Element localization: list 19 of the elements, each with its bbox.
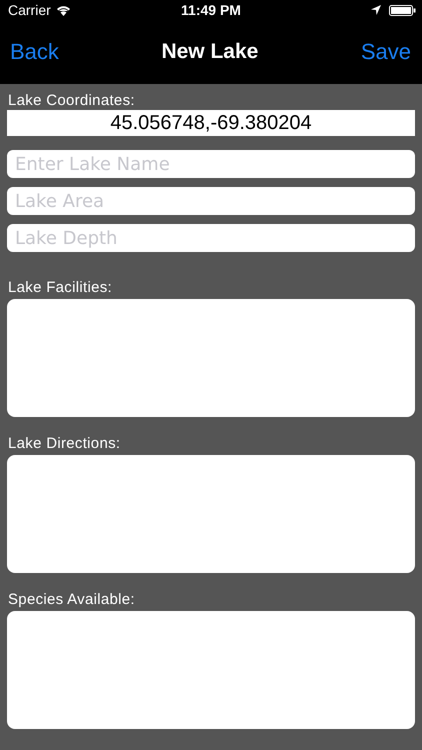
clock-time: 11:49 PM xyxy=(181,2,241,18)
battery-icon xyxy=(389,4,416,16)
text-area[interactable] xyxy=(7,611,415,729)
field-label: Lake Facilities: xyxy=(8,279,114,297)
text-field[interactable]: Enter Lake Name xyxy=(7,150,415,178)
text-area[interactable] xyxy=(7,455,415,573)
back-button[interactable]: Back xyxy=(10,39,59,65)
screen-title: New Lake xyxy=(161,40,258,64)
carrier-name: Carrier xyxy=(8,2,51,18)
text-area[interactable] xyxy=(7,299,415,417)
wifi-icon xyxy=(56,4,71,16)
field-label: Species Available: xyxy=(8,591,136,609)
location-arrow-icon xyxy=(371,5,381,15)
field-label: Lake Coordinates: xyxy=(8,92,136,110)
text-field[interactable]: Lake Depth xyxy=(7,224,415,252)
field-label: Lake Directions: xyxy=(8,435,122,453)
save-button[interactable]: Save xyxy=(360,39,411,65)
coordinates-field[interactable]: 45.056748,-69.380204 xyxy=(7,110,415,136)
text-field[interactable]: Lake Area xyxy=(7,187,415,215)
